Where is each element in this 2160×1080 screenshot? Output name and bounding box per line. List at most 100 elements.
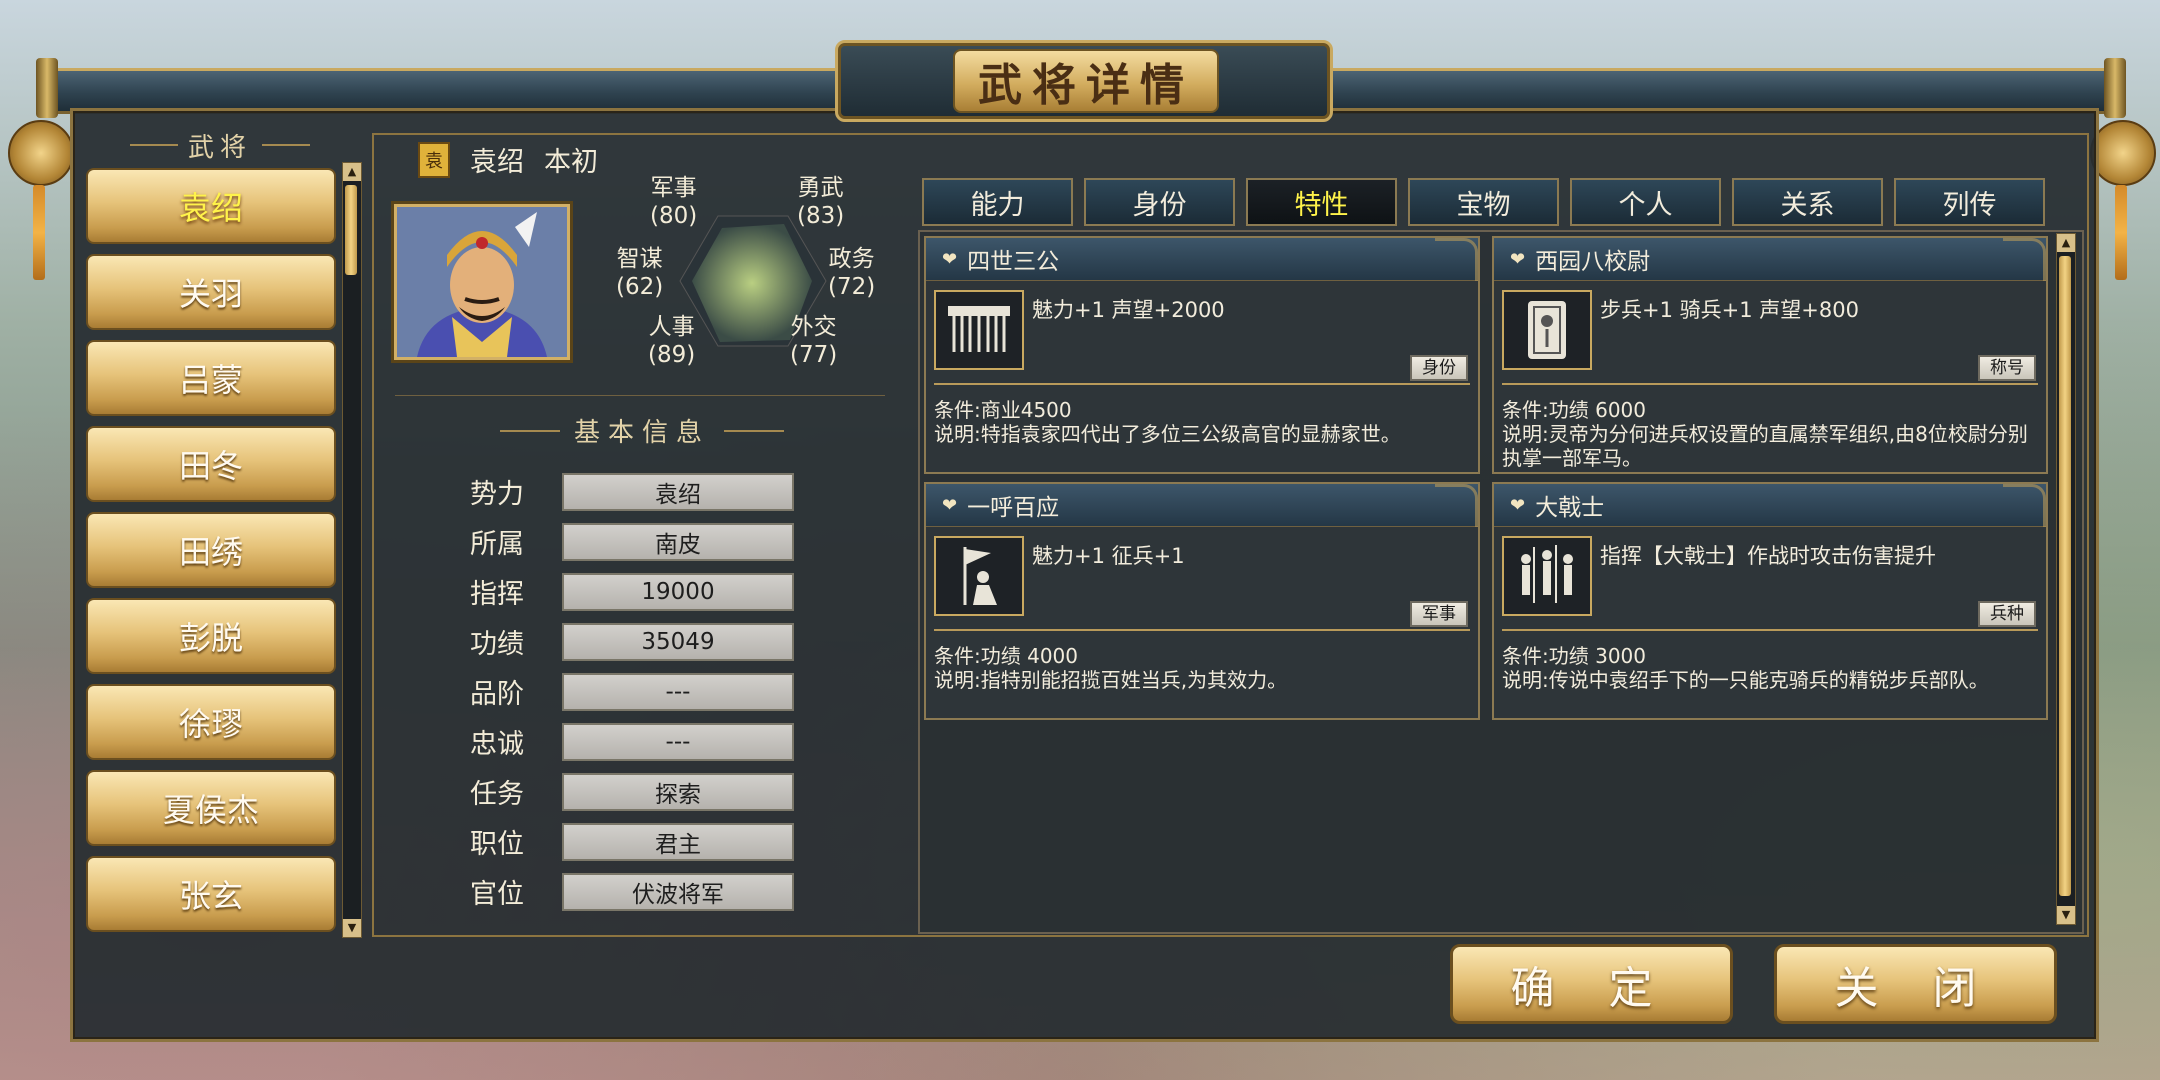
general-item[interactable]: 吕蒙: [86, 340, 336, 416]
trait-effect: 步兵+1 骑兵+1 声望+800: [1600, 298, 1859, 322]
trait-tag: 称号: [1978, 355, 2036, 381]
info-field: 功绩 35049: [470, 622, 794, 661]
info-value: ---: [562, 722, 794, 761]
ornament-knot-left-icon: [8, 120, 74, 186]
general-item[interactable]: 彭脱: [86, 598, 336, 674]
info-value: 19000: [562, 572, 794, 611]
trait-condition: 条件:功绩 3000: [1502, 644, 1646, 668]
tab-ability[interactable]: 能力: [922, 178, 1073, 226]
info-field: 任务 探索: [470, 772, 794, 811]
trait-name: 西园八校尉: [1535, 249, 1651, 275]
basic-info-title: 基本信息: [574, 418, 711, 448]
rail-cap-right: [2104, 58, 2126, 118]
trait-card[interactable]: ❤ 四世三公 魅力+1 声望+2000 身份 条件:商业4500 说明:特指袁家四…: [924, 236, 1480, 474]
trait-bullet-icon: ❤: [942, 494, 958, 516]
scroll-thumb[interactable]: [2059, 256, 2071, 896]
trait-effect: 指挥【大戟士】作战时攻击伤害提升: [1600, 544, 1936, 568]
badge-icon: [1502, 290, 1592, 370]
trait-tag: 身份: [1410, 355, 1468, 381]
info-value: 袁绍: [562, 472, 794, 511]
title-plate: 武将详情: [835, 40, 1333, 122]
traits-scrollbar[interactable]: ▲ ▼: [2056, 233, 2076, 925]
trait-description: 说明:指特别能招揽百姓当兵,为其效力。: [934, 668, 1288, 692]
general-item[interactable]: 夏侯杰: [86, 770, 336, 846]
tab-identity[interactable]: 身份: [1084, 178, 1235, 226]
info-field: 官位 伏波将军: [470, 872, 794, 911]
info-field: 势力 袁绍: [470, 472, 794, 511]
trait-card[interactable]: ❤ 西园八校尉 步兵+1 骑兵+1 声望+800 称号 条件:功绩 6000 说明…: [1492, 236, 2048, 474]
info-value: 探索: [562, 772, 794, 811]
trait-name: 四世三公: [967, 249, 1060, 275]
trait-bullet-icon: ❤: [1510, 248, 1526, 270]
info-field: 所属 南皮: [470, 522, 794, 561]
ornament-knot-right-icon: [2090, 120, 2156, 186]
section-divider: [395, 395, 885, 396]
scroll-down-icon[interactable]: ▼: [2057, 906, 2075, 924]
stat-diplomacy: 外交 (77): [790, 314, 838, 368]
trait-bullet-icon: ❤: [1510, 494, 1526, 516]
flag-bearer-icon: [934, 536, 1024, 616]
trait-condition: 条件:商业4500: [934, 398, 1072, 422]
close-button[interactable]: 关 闭: [1774, 944, 2057, 1024]
traits-content: ❤ 四世三公 魅力+1 声望+2000 身份 条件:商业4500 说明:特指袁家四…: [918, 230, 2084, 934]
general-item[interactable]: 张玄: [86, 856, 336, 932]
tab-biography[interactable]: 列传: [1894, 178, 2045, 226]
general-name: 袁绍: [470, 147, 524, 178]
soldiers-icon: [1502, 536, 1592, 616]
info-field: 忠诚 ---: [470, 722, 794, 761]
tab-personal[interactable]: 个人: [1570, 178, 1721, 226]
scroll-down-icon[interactable]: ▼: [343, 919, 361, 937]
trait-effect: 魅力+1 征兵+1: [1032, 544, 1185, 568]
info-field: 指挥 19000: [470, 572, 794, 611]
general-item[interactable]: 徐璆: [86, 684, 336, 760]
general-list-scrollbar[interactable]: ▲ ▼: [342, 162, 362, 938]
trait-tag: 军事: [1410, 601, 1468, 627]
general-item[interactable]: 袁绍: [86, 168, 336, 244]
faction-seal-icon: 袁: [418, 141, 450, 178]
detail-tabs: 能力 身份 特性 宝物 个人 关系 列传: [922, 178, 2045, 226]
tassel-right-icon: [2115, 185, 2127, 280]
trait-condition: 条件:功绩 6000: [1502, 398, 1646, 422]
trait-description: 说明:传说中袁绍手下的一只能克骑兵的精锐步兵部队。: [1502, 668, 1989, 692]
sidebar-header: 武将: [120, 128, 320, 163]
scroll-up-icon[interactable]: ▲: [2057, 234, 2075, 252]
scroll-up-icon[interactable]: ▲: [343, 163, 361, 181]
info-value: 35049: [562, 622, 794, 661]
info-field: 品阶 ---: [470, 672, 794, 711]
trait-description: 说明:特指袁家四代出了多位三公级高官的显赫家世。: [934, 422, 1401, 446]
trait-condition: 条件:功绩 4000: [934, 644, 1078, 668]
stat-valor: 勇武 (83): [797, 175, 845, 229]
tab-treasure[interactable]: 宝物: [1408, 178, 1559, 226]
tab-relations[interactable]: 关系: [1732, 178, 1883, 226]
general-style-name: 本初: [544, 147, 598, 178]
stat-military: 军事 (80): [650, 175, 698, 229]
confirm-button[interactable]: 确 定: [1450, 944, 1733, 1024]
general-list: 袁绍 关羽 吕蒙 田冬 田绣 彭脱 徐璆 夏侯杰 张玄: [86, 168, 338, 942]
general-item[interactable]: 田绣: [86, 512, 336, 588]
info-value: ---: [562, 672, 794, 711]
general-name-row: 袁 袁绍 本初: [418, 140, 598, 179]
sidebar-title: 武将: [187, 132, 252, 163]
info-value: 伏波将军: [562, 872, 794, 911]
tab-traits[interactable]: 特性: [1246, 178, 1397, 226]
trait-card[interactable]: ❤ 一呼百应 魅力+1 征兵+1 军事 条件:功绩 4000 说明:指特别能招揽百…: [924, 482, 1480, 720]
info-value: 君主: [562, 822, 794, 861]
stat-personnel: 人事 (89): [648, 314, 696, 368]
info-field: 职位 君主: [470, 822, 794, 861]
trait-description: 说明:灵帝为分何进兵权设置的直属禁军组织,由8位校尉分别执掌一部军马。: [1502, 422, 2028, 470]
trait-name: 大戟士: [1535, 495, 1605, 521]
curtain-icon: [934, 290, 1024, 370]
general-item[interactable]: 田冬: [86, 426, 336, 502]
general-item[interactable]: 关羽: [86, 254, 336, 330]
trait-card[interactable]: ❤ 大戟士 指挥【大戟士】作战时攻击伤害提升 兵种 条件:功绩 3000 说明:传…: [1492, 482, 2048, 720]
basic-info-header: 基本信息: [500, 412, 785, 449]
window-title: 武将详情: [978, 60, 1194, 111]
trait-bullet-icon: ❤: [942, 248, 958, 270]
stat-intelligence: 智谋 (62): [616, 246, 664, 300]
general-portrait: [394, 204, 570, 360]
trait-name: 一呼百应: [967, 495, 1060, 521]
info-value: 南皮: [562, 522, 794, 561]
tassel-left-icon: [33, 185, 45, 280]
scroll-thumb[interactable]: [345, 185, 357, 275]
rail-cap-left: [36, 58, 58, 118]
